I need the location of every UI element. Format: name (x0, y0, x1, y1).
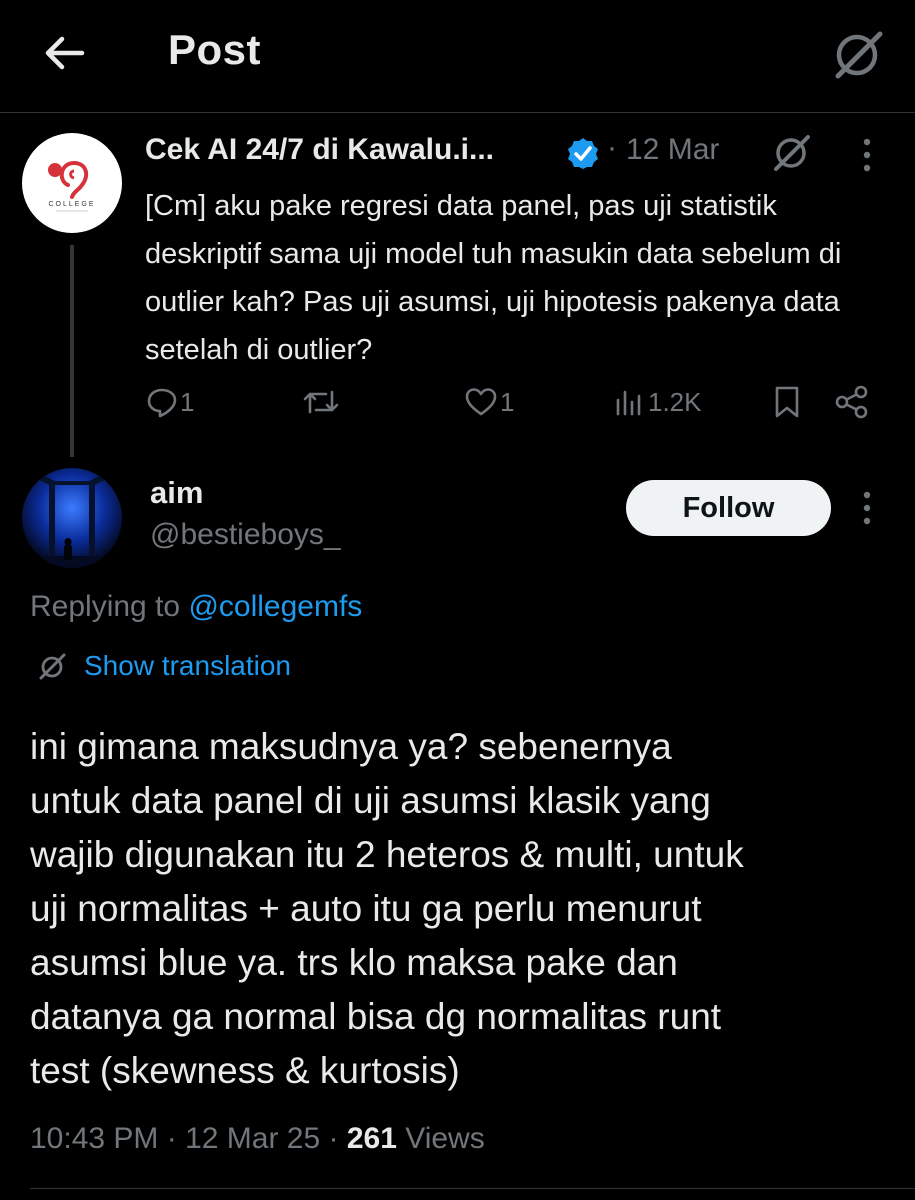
post-date[interactable]: 12 Mar 25 (185, 1122, 320, 1155)
author-handle[interactable]: @bestieboys_ (150, 518, 341, 552)
grok-icon (835, 31, 883, 79)
author-name[interactable]: Cek AI 24/7 di Kawalu.i... (145, 133, 494, 167)
more-options-button[interactable] (852, 133, 882, 177)
share-icon (835, 385, 868, 419)
svg-text:COLLEGE: COLLEGE (48, 201, 95, 208)
like-count: 1 (500, 386, 515, 417)
verified-badge-icon (566, 136, 600, 170)
views-count[interactable]: 261 (347, 1122, 397, 1155)
grok-icon (774, 135, 810, 171)
share-button[interactable] (834, 380, 870, 424)
follow-button[interactable]: Follow (626, 480, 831, 536)
post-text: [Cm] aku pake regresi data panel, pas uj… (145, 190, 842, 366)
analytics-icon (616, 390, 641, 416)
post-text: ini gimana maksudnya ya? sebenernya untu… (30, 726, 744, 1091)
post-time[interactable]: 10:43 PM (30, 1122, 158, 1155)
divider (30, 1188, 915, 1189)
aquarium-photo (22, 468, 122, 568)
more-vertical-icon (863, 491, 871, 525)
more-vertical-icon (863, 138, 871, 172)
reply-count: 1 (180, 386, 195, 417)
show-translation-label: Show translation (84, 650, 292, 681)
thread-connector-line (70, 245, 74, 457)
heart-icon (465, 388, 497, 416)
views-label: Views (396, 1122, 485, 1155)
separator-dot: · (607, 131, 617, 164)
page-title: Post (168, 26, 262, 73)
reply-icon (147, 388, 177, 418)
separator-dot: · (320, 1122, 347, 1155)
avatar[interactable]: COLLEGE (22, 133, 122, 233)
more-options-button[interactable] (852, 486, 882, 530)
reply-button[interactable]: 1 (146, 380, 194, 424)
like-button[interactable]: 1 (464, 380, 514, 424)
replying-to-mention[interactable]: @collegemfs (188, 590, 362, 623)
college-logo: COLLEGE (48, 160, 95, 212)
grok-button[interactable] (770, 130, 814, 174)
repost-button[interactable] (302, 380, 340, 424)
grok-button[interactable] (830, 26, 886, 82)
views-button[interactable]: 1.2K (614, 380, 702, 424)
grok-icon (39, 653, 66, 680)
top-bar (0, 0, 915, 113)
post-metadata: 10:43 PM · 12 Mar 25 · 261 Views (30, 1122, 485, 1156)
show-translation-button[interactable]: Show translation (38, 650, 291, 682)
views-count: 1.2K (648, 386, 702, 417)
bookmark-icon (775, 386, 799, 418)
avatar[interactable] (22, 468, 122, 568)
separator-dot: · (158, 1122, 186, 1155)
repost-icon (303, 390, 339, 414)
arrow-left-icon (45, 36, 85, 70)
replying-to-line: Replying to @collegemfs (30, 590, 362, 624)
replying-prefix: Replying to (30, 590, 189, 623)
post-date[interactable]: 12 Mar (626, 133, 719, 167)
author-name[interactable]: aim (150, 475, 203, 511)
back-button[interactable] (40, 28, 90, 78)
bookmark-button[interactable] (772, 380, 802, 424)
